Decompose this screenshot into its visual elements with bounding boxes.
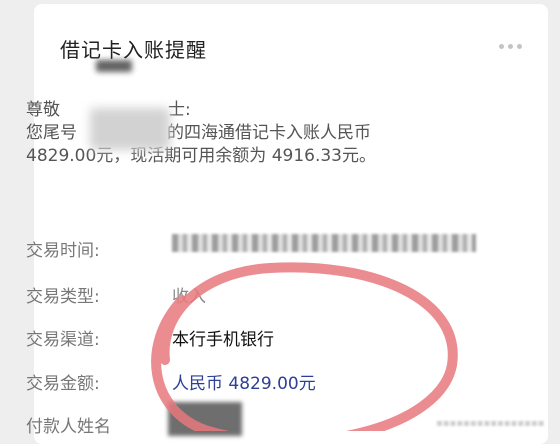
detail-label: 交易时间: <box>26 241 100 261</box>
detail-label: 付款人姓名 <box>26 417 111 437</box>
body-line-2-prefix: 您尾号 <box>26 123 77 143</box>
detail-value: 收入 <box>172 287 206 307</box>
watermark: ▪▪▪▪▪▪▪▪▪▪▪▪▪▪▪▪ <box>436 418 545 429</box>
more-dots-icon[interactable] <box>499 36 522 56</box>
body-line-1-suffix: 士: <box>168 100 191 120</box>
redacted-name <box>90 108 170 150</box>
detail-label: 交易渠道: <box>26 330 100 350</box>
amount-value: 人民币 4829.00元 <box>172 374 316 394</box>
body-line-1-prefix: 尊敬 <box>26 100 60 120</box>
detail-label: 交易类型: <box>26 287 100 307</box>
redacted-datetime <box>172 234 476 252</box>
body-line-2-suffix: 的四海通借记卡入账人民币 <box>167 123 371 143</box>
detail-label: 交易金额: <box>26 374 100 394</box>
detail-value: 本行手机银行 <box>172 330 274 350</box>
redaction-mark <box>96 60 132 72</box>
notification-title: 借记卡入账提醒 <box>60 38 207 62</box>
